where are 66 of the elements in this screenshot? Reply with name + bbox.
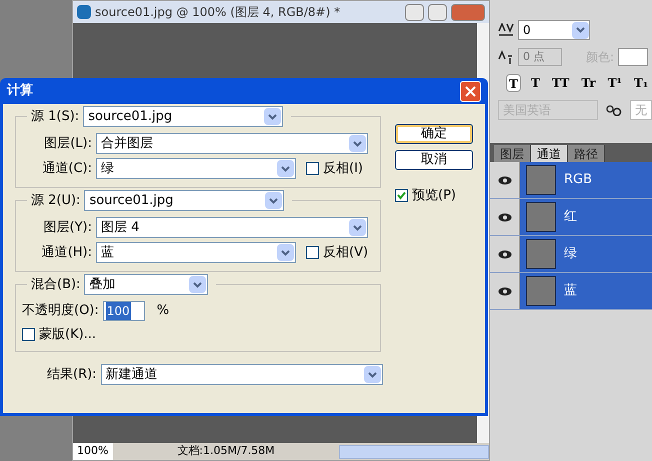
color-swatch[interactable] xyxy=(618,48,648,66)
channel-name: RGB xyxy=(564,171,592,190)
app-icon xyxy=(77,5,91,19)
checkbox[interactable]: 反相(V) xyxy=(306,242,368,262)
checkbox-box[interactable] xyxy=(306,162,319,175)
field-label: 图层(Y): xyxy=(42,218,92,237)
field-label: 通道(H): xyxy=(40,244,92,262)
checkbox-box[interactable] xyxy=(22,328,35,342)
dropdown[interactable]: 蓝 xyxy=(96,242,296,263)
channel-row[interactable]: 绿 xyxy=(490,236,652,273)
channel-name: 红 xyxy=(564,208,577,226)
panel-tab[interactable]: 路径 xyxy=(568,145,605,162)
dropdown[interactable]: 叠加 xyxy=(84,274,208,295)
field-label: 图层(L): xyxy=(43,134,92,153)
dropdown[interactable]: source01.jpg xyxy=(83,106,284,127)
checkbox-box[interactable] xyxy=(395,189,408,202)
eye-icon[interactable] xyxy=(498,176,512,184)
dropdown[interactable]: 绿 xyxy=(96,158,296,179)
status-text: 文档:1.05M/7.58M xyxy=(176,443,276,460)
tracking-field[interactable]: 0 xyxy=(518,20,590,40)
field-label: 源 2(U): xyxy=(31,192,80,210)
dropdown[interactable]: 合并图层 xyxy=(96,133,368,154)
dropdown[interactable]: source01.jpg xyxy=(84,190,284,211)
channel-name: 蓝 xyxy=(564,282,577,300)
dropdown[interactable]: 新建通道 xyxy=(100,364,383,385)
channel-thumbnail xyxy=(526,239,556,269)
dialog-button[interactable]: 确定 xyxy=(395,124,473,144)
eye-icon[interactable] xyxy=(498,286,512,296)
field-label: 结果(R): xyxy=(47,366,97,384)
text-style-button[interactable]: T¹ xyxy=(606,74,624,92)
channel-row[interactable]: RGB xyxy=(490,162,652,199)
dropdown[interactable]: 图层 4 xyxy=(96,217,368,238)
field-label: 混合(B): xyxy=(31,276,80,294)
dialog-button[interactable]: 取消 xyxy=(395,150,473,170)
checkbox-box[interactable] xyxy=(306,246,319,259)
checkbox[interactable]: 反相(I) xyxy=(306,158,363,178)
window-title: source01.jpg @ 100% (图层 4, RGB/8#) * xyxy=(95,4,342,21)
field-label: 不透明度(O): xyxy=(22,302,99,320)
field-label: 源 1(S): xyxy=(31,108,80,126)
field-label: 通道(C): xyxy=(41,160,92,178)
channel-thumbnail xyxy=(526,165,556,195)
horizontal-scrollbar[interactable] xyxy=(339,444,489,458)
panel-tab[interactable]: 图层 xyxy=(494,145,531,162)
text-style-button[interactable]: T xyxy=(528,74,542,92)
checkbox[interactable]: 蒙版(K)... xyxy=(22,325,380,344)
channel-thumbnail xyxy=(526,202,556,232)
text-style-button[interactable]: Tr xyxy=(579,74,598,92)
tracking-icon xyxy=(498,23,514,37)
eye-icon[interactable] xyxy=(498,250,512,258)
text-style-button[interactable]: T₁ xyxy=(632,74,650,92)
baseline-shift-icon xyxy=(498,50,514,64)
zoom-level[interactable]: 100% xyxy=(73,443,113,460)
text-style-button[interactable]: TT xyxy=(550,74,572,92)
percent-unit: % xyxy=(156,302,170,320)
text-style-button[interactable]: T xyxy=(506,74,521,92)
eye-icon[interactable] xyxy=(498,212,512,222)
antialias-icon xyxy=(606,104,622,116)
opacity-field[interactable]: 100 xyxy=(102,301,145,321)
channel-row[interactable]: 蓝 xyxy=(490,273,652,310)
baseline-field: 0 点 xyxy=(518,48,562,66)
channel-row[interactable]: 红 xyxy=(490,199,652,236)
channel-name: 绿 xyxy=(564,245,577,264)
panel-tab[interactable]: 通道 xyxy=(531,145,568,162)
channel-thumbnail xyxy=(526,276,556,306)
dialog-title: 计算 xyxy=(7,82,33,100)
checkbox[interactable]: 预览(P) xyxy=(395,186,473,206)
